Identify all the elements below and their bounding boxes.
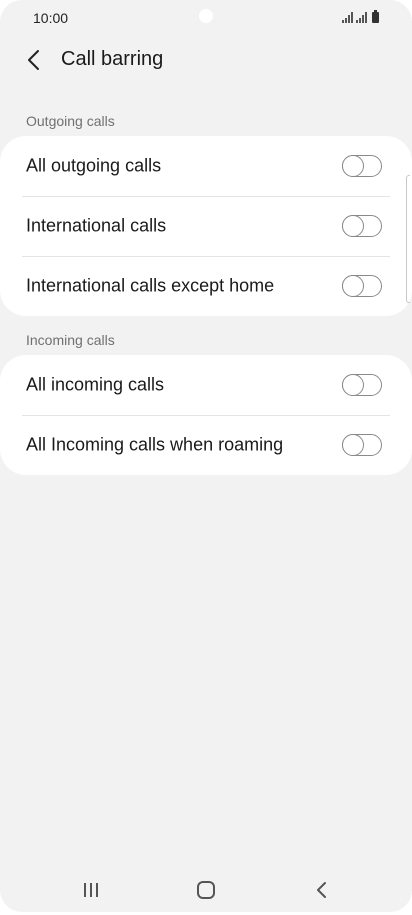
battery-icon [372, 10, 379, 23]
list-item-all-incoming-calls-when-roaming[interactable]: All Incoming calls when roaming [0, 415, 412, 475]
home-icon[interactable] [193, 878, 219, 902]
status-time: 10:00 [33, 10, 69, 26]
chevron-left-icon[interactable] [20, 46, 48, 74]
app-bar: Call barring [0, 38, 412, 82]
list-item-label: All incoming calls [26, 374, 165, 395]
front-camera [199, 9, 213, 23]
signal-icon [342, 12, 353, 23]
navigation-bar [0, 868, 412, 912]
list-item-international-calls-except-home[interactable]: International calls except home [0, 256, 412, 316]
section-label-incoming: Incoming calls [26, 332, 115, 348]
recent-apps-icon[interactable] [78, 878, 104, 902]
outgoing-calls-card: All outgoing calls International calls I… [0, 136, 412, 316]
back-icon[interactable] [309, 878, 335, 902]
status-bar: 10:00 [0, 0, 412, 36]
list-item-all-outgoing-calls[interactable]: All outgoing calls [0, 136, 412, 196]
page-title: Call barring [61, 48, 164, 70]
list-item-label: International calls except home [26, 275, 275, 296]
section-label-outgoing: Outgoing calls [26, 113, 115, 129]
list-item-label: All Incoming calls when roaming [26, 434, 284, 455]
all-incoming-calls-when-roaming-toggle[interactable] [341, 433, 382, 456]
international-calls-toggle[interactable] [341, 214, 382, 237]
screen: 10:00 Call barring Outgoing calls All ou… [0, 0, 412, 912]
all-incoming-calls-toggle[interactable] [341, 373, 382, 396]
list-item-international-calls[interactable]: International calls [0, 196, 412, 256]
list-item-all-incoming-calls[interactable]: All incoming calls [0, 355, 412, 415]
status-icons [342, 10, 379, 23]
all-outgoing-calls-toggle[interactable] [341, 154, 382, 177]
incoming-calls-card: All incoming calls All Incoming calls wh… [0, 355, 412, 475]
scrollbar[interactable] [406, 175, 410, 303]
international-calls-except-home-toggle[interactable] [341, 274, 382, 297]
list-item-label: All outgoing calls [26, 155, 162, 176]
signal-icon [356, 12, 367, 23]
list-item-label: International calls [26, 215, 167, 236]
